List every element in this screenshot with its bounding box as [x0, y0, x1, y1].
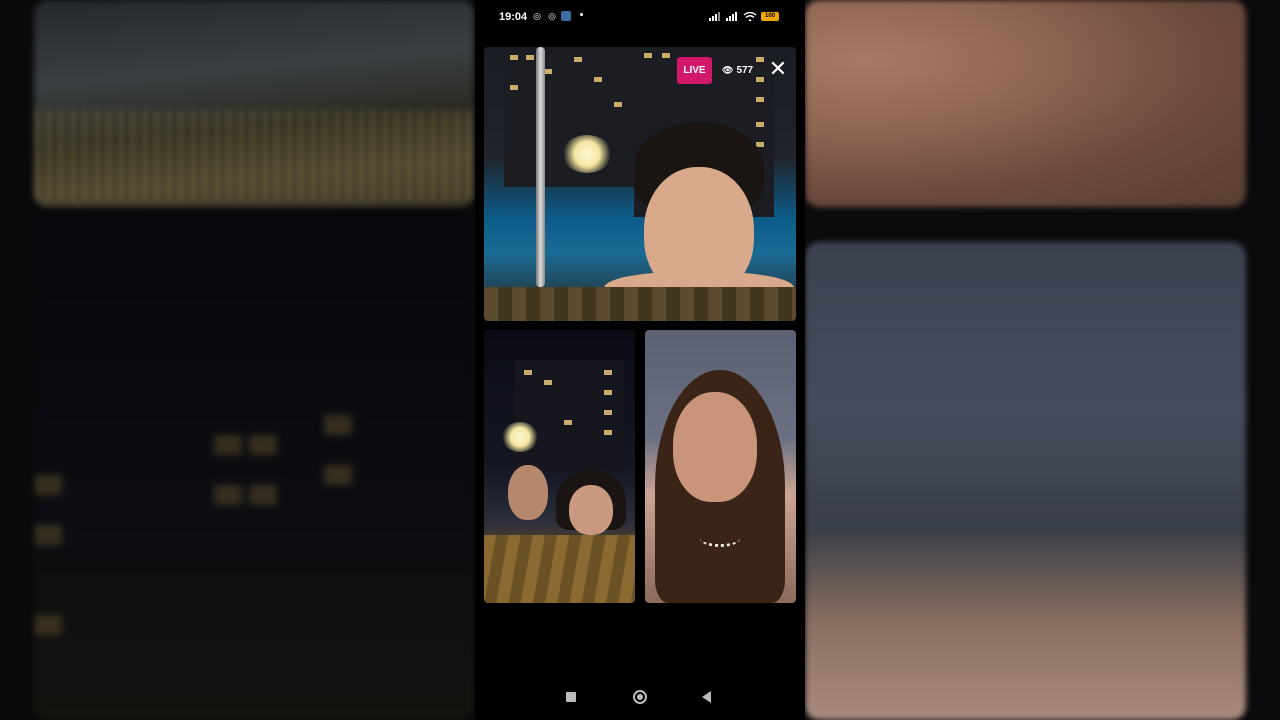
guest-video-tile-1[interactable] — [484, 330, 635, 603]
blurred-face-image — [805, 0, 1246, 207]
back-icon[interactable] — [702, 691, 711, 703]
signal-icon — [726, 12, 737, 21]
home-icon[interactable] — [633, 690, 647, 704]
viewer-count-value: 577 — [736, 65, 754, 76]
blurred-pool-image — [34, 0, 474, 207]
battery-icon: 100 — [761, 12, 779, 21]
lamp — [562, 135, 612, 173]
live-badge: LIVE — [677, 57, 712, 84]
notification-dot — [580, 13, 583, 16]
close-icon: ✕ — [768, 56, 788, 81]
close-button[interactable]: ✕ — [767, 58, 789, 80]
viewer-count: 👁 577 — [722, 65, 753, 76]
host-video-tile[interactable] — [484, 47, 796, 321]
status-time: 19:04 — [499, 11, 528, 23]
status-bar: 19:04 ◎ ◎ 100 — [475, 0, 805, 34]
app-icon — [561, 11, 571, 21]
necklace — [700, 530, 740, 547]
system-nav-bar — [475, 680, 805, 720]
guest-face — [673, 392, 757, 502]
guest-face-man — [508, 465, 548, 520]
signal-icon — [709, 12, 720, 21]
pool-ledge — [484, 287, 796, 321]
instagram-icon: ◎ — [533, 11, 541, 21]
lamp — [502, 422, 538, 452]
eye-icon: 👁 — [722, 65, 734, 75]
guest-face-woman — [569, 485, 613, 535]
blurred-background-left — [0, 0, 475, 720]
wifi-icon — [743, 12, 757, 21]
instagram-icon: ◎ — [548, 11, 556, 21]
building — [514, 360, 624, 470]
pool-rail — [536, 47, 545, 287]
phone-screen: 19:04 ◎ ◎ 100 LIVE 👁 577 ✕ — [475, 0, 805, 720]
guest-video-tile-2[interactable] — [645, 330, 796, 603]
blurred-night-image — [34, 215, 474, 720]
table — [484, 535, 635, 603]
blurred-background-right — [805, 0, 1280, 720]
recent-apps-icon[interactable] — [566, 692, 576, 702]
blurred-face-image-2 — [805, 242, 1246, 720]
